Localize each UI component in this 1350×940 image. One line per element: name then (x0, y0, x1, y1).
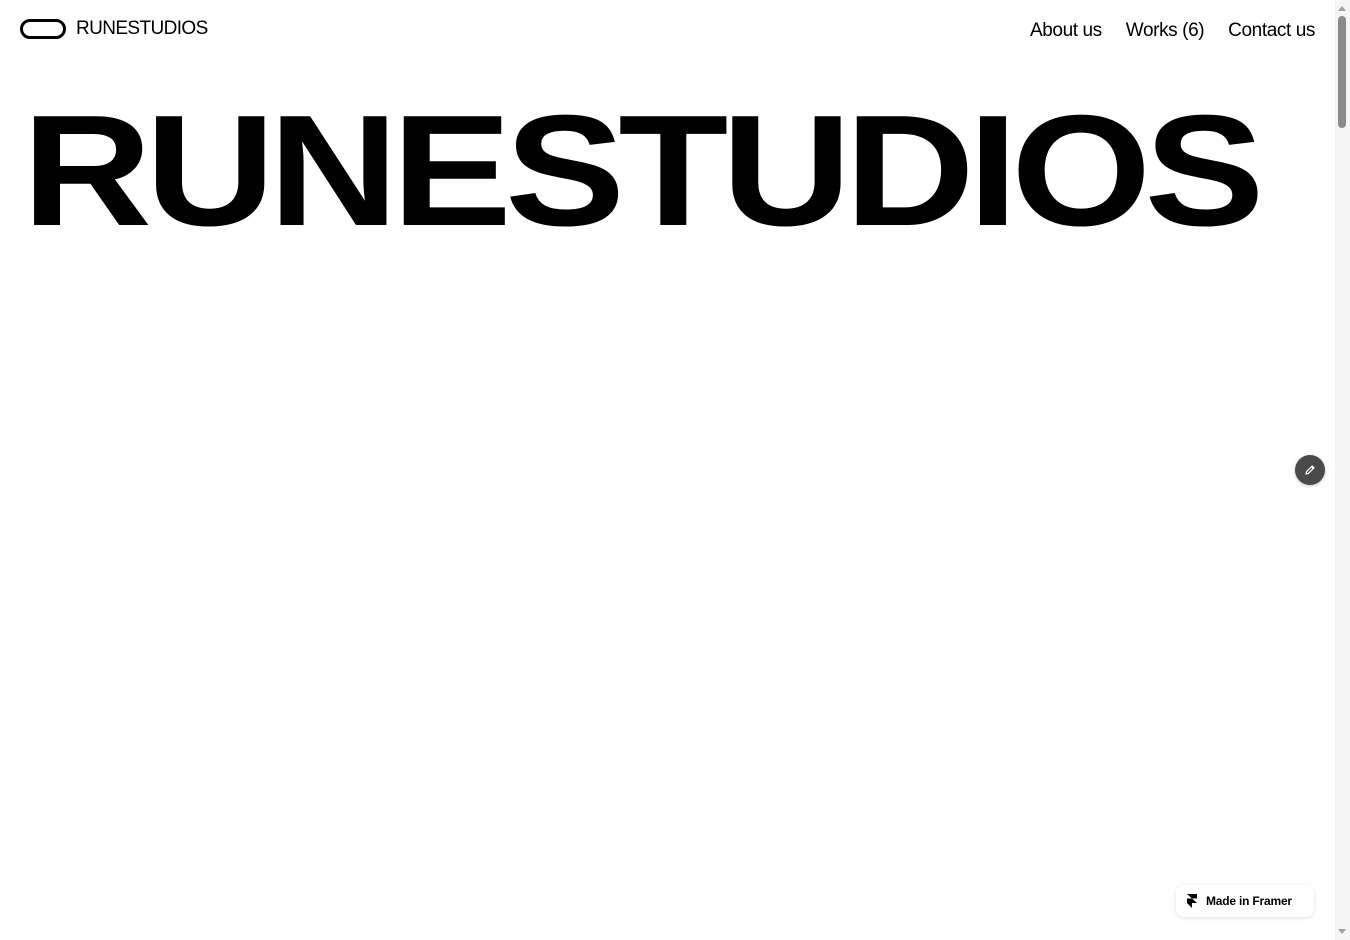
nav-contact-us[interactable]: Contact us (1228, 20, 1315, 42)
made-in-framer-badge[interactable]: Made in Framer (1176, 885, 1314, 917)
nav-about-us[interactable]: About us (1030, 20, 1102, 42)
scrollbar-thumb[interactable] (1338, 16, 1346, 128)
brand-home-link[interactable]: RUNESTUDIOS (20, 18, 208, 40)
pill-logo-icon (20, 19, 66, 39)
page: RUNESTUDIOS About us Works (6) Contact u… (0, 0, 1350, 940)
scroll-up-arrow-icon[interactable] (1338, 6, 1346, 11)
scrollbar[interactable] (1335, 0, 1350, 940)
framer-logo-icon (1187, 894, 1197, 908)
pencil-icon (1305, 465, 1315, 475)
hero-title: RUNESTUDIOS (22, 83, 1265, 259)
nav-works[interactable]: Works (6) (1126, 20, 1205, 42)
main-nav: About us Works (6) Contact us (1030, 20, 1315, 42)
site-header: RUNESTUDIOS About us Works (6) Contact u… (0, 0, 1335, 64)
brand-name: RUNESTUDIOS (76, 18, 208, 39)
edit-button[interactable] (1295, 455, 1325, 485)
made-in-framer-label: Made in Framer (1206, 894, 1292, 908)
scroll-down-arrow-icon[interactable] (1338, 929, 1346, 934)
